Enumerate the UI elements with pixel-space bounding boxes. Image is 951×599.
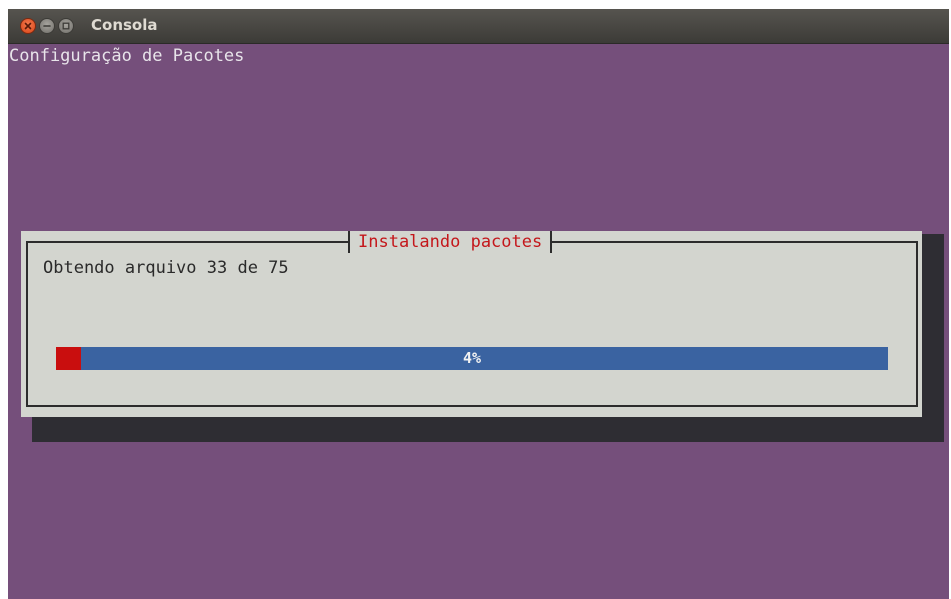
window-title: Consola (91, 16, 158, 34)
terminal-heading: Configuração de Pacotes (9, 46, 245, 66)
terminal-window: Consola Configuração de Pacotes Instalan… (8, 9, 949, 599)
close-icon[interactable] (20, 18, 36, 34)
dialog-title: Instalando pacotes (348, 231, 553, 253)
title-bar[interactable]: Consola (8, 9, 949, 44)
progress-label: 4% (462, 349, 482, 367)
progress-bar: 4% (56, 347, 888, 370)
dialog-frame: Instalando pacotes Obtendo arquivo 33 de… (26, 231, 918, 407)
install-dialog: Instalando pacotes Obtendo arquivo 33 de… (21, 231, 922, 417)
minimize-icon[interactable] (39, 18, 55, 34)
status-text: Obtendo arquivo 33 de 75 (43, 258, 289, 278)
maximize-icon[interactable] (58, 18, 74, 34)
